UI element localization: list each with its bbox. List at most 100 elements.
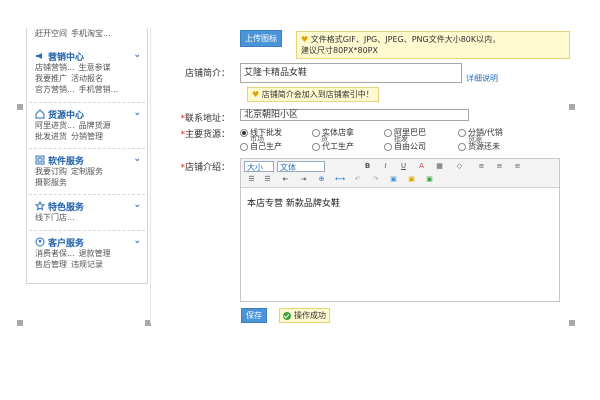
indent-icon[interactable]: ⇥ — [299, 175, 308, 184]
grid-icon — [35, 155, 45, 165]
chevron-down-icon[interactable]: ⌄ — [133, 154, 141, 164]
group-label: 特色服务 — [48, 202, 85, 213]
group-label: 营销中心 — [48, 52, 85, 63]
sidebar-group-title[interactable]: 货源中心 ⌄ — [35, 108, 145, 121]
editor-content[interactable]: 本店专营 新款品牌女鞋 — [241, 188, 559, 217]
chevron-down-icon[interactable]: ⌄ — [133, 108, 141, 118]
success-message: 操作成功 — [279, 308, 330, 323]
font-color-icon[interactable]: A — [417, 162, 426, 171]
sidebar-link[interactable]: 违规记录 — [71, 260, 103, 269]
intro-tip: ♥ 店铺简介会加入到店铺索引中！ — [247, 87, 379, 102]
upload-icon-button[interactable]: 上传图标 — [240, 30, 282, 47]
chevron-down-icon[interactable]: ⌄ — [133, 236, 141, 246]
link-icon[interactable]: ⊕ — [317, 175, 326, 184]
group-label: 货源中心 — [48, 110, 85, 121]
divider — [29, 148, 145, 149]
sidebar-link[interactable]: 阿里进货... — [35, 121, 75, 130]
sidebar-link[interactable]: 品牌货源 — [79, 121, 111, 130]
intro-tip-text: 店铺简介会加入到店铺索引中！ — [261, 90, 374, 99]
sidebar-link[interactable]: 生意参谋 — [79, 63, 111, 72]
align-left-icon[interactable]: ≡ — [477, 162, 486, 171]
success-text: 操作成功 — [294, 311, 326, 320]
align-right-icon[interactable]: ≡ — [513, 162, 522, 171]
sidebar-link[interactable]: 店铺营销... — [35, 63, 75, 72]
radio[interactable] — [312, 128, 320, 137]
rich-text-editor[interactable]: 大小 文体 B I U A ▦ ◇ ≡ ≡ ≡ ☰ ☰ ⇤ ⇥ ⊕ ⟷ ↶ ↷ … — [240, 158, 560, 302]
tip-bulb-icon: ♥ — [301, 35, 309, 44]
sidebar-link[interactable]: 退款管理 — [79, 249, 111, 258]
radio[interactable] — [458, 142, 466, 151]
radio[interactable] — [384, 142, 392, 151]
radio[interactable] — [312, 142, 320, 151]
address-label: *联系地址： — [170, 111, 230, 124]
highlight-icon[interactable]: ◇ — [455, 162, 464, 171]
resize-handle[interactable] — [569, 104, 575, 110]
bold-icon[interactable]: B — [363, 162, 372, 171]
radio-selected[interactable] — [240, 128, 248, 137]
detail-link[interactable]: 详细说明 — [466, 73, 498, 84]
editor-toolbar: 大小 文体 B I U A ▦ ◇ ≡ ≡ ≡ ☰ ☰ ⇤ ⇥ ⊕ ⟷ ↶ ↷ … — [241, 159, 559, 188]
upload-tip: ♥ 文件格式GIF、JPG、JPEG、PNG文件大小80K以内， 建议尺寸80P… — [296, 31, 570, 59]
source-label: *主要货源： — [170, 127, 230, 140]
align-center-icon[interactable]: ≡ — [495, 162, 504, 171]
sidebar-link[interactable]: 赶开空间 — [35, 29, 67, 38]
upload-tip-line: 文件格式GIF、JPG、JPEG、PNG文件大小80K以内， — [310, 35, 501, 44]
resize-handle[interactable] — [569, 320, 575, 326]
save-button[interactable]: 保存 — [241, 308, 267, 323]
underline-icon[interactable]: U — [399, 162, 408, 171]
group-label: 客户服务 — [48, 238, 85, 249]
italic-icon[interactable]: I — [381, 162, 390, 171]
tip-bulb-icon: ♥ — [252, 90, 260, 99]
outdent-icon[interactable]: ⇤ — [281, 175, 290, 184]
group-label: 软件服务 — [48, 156, 85, 167]
sidebar-link[interactable]: 手机营销... — [79, 85, 119, 94]
shop-intro-textarea[interactable]: 艾隆卡精品女鞋 — [240, 63, 462, 83]
address-input[interactable]: 北京朝阳小区 — [240, 109, 469, 121]
radio[interactable] — [384, 128, 392, 137]
sidebar-link[interactable]: 消费者保... — [35, 249, 75, 258]
option-overlap-text: 市场 — [250, 135, 264, 143]
chevron-down-icon[interactable]: ⌄ — [133, 50, 141, 60]
address-label-text: 联系地址： — [184, 114, 230, 124]
table-icon[interactable]: ▦ — [435, 162, 444, 171]
sidebar-link[interactable]: 活动报名 — [71, 74, 103, 83]
person-icon — [35, 237, 45, 247]
chevron-down-icon[interactable]: ⌄ — [133, 200, 141, 210]
sidebar-group-title[interactable]: 客户服务 ⌄ — [35, 236, 145, 249]
sidebar-group-title[interactable]: 营销中心 ⌄ — [35, 50, 145, 63]
sidebar-group-special: 特色服务 ⌄ 线下门店... — [35, 200, 145, 223]
emoticon-icon[interactable]: ▣ — [407, 175, 416, 184]
intro-label: 店铺简介： — [184, 69, 230, 79]
sidebar-link[interactable]: 线下门店... — [35, 213, 75, 222]
font-size-select[interactable]: 大小 — [244, 161, 274, 172]
sidebar-link[interactable]: 售后管理 — [35, 260, 67, 269]
sidebar-top-links: 赶开空间 手机淘宝... — [35, 28, 145, 39]
divider — [29, 230, 145, 231]
resize-handle[interactable] — [17, 320, 23, 326]
font-family-select[interactable]: 文体 — [277, 161, 325, 172]
sidebar-link[interactable]: 我要订购 — [35, 167, 67, 176]
unordered-list-icon[interactable]: ☰ — [263, 175, 272, 184]
source-option[interactable]: 实体店拿 — [312, 127, 354, 138]
undo-icon[interactable]: ↶ — [353, 175, 362, 184]
sidebar-link[interactable]: 批发进货 — [35, 132, 67, 141]
ordered-list-icon[interactable]: ☰ — [247, 175, 256, 184]
sidebar-link[interactable]: 官方营销... — [35, 85, 75, 94]
sidebar-link[interactable]: 定制服务 — [71, 167, 103, 176]
image-icon[interactable]: ▣ — [389, 175, 398, 184]
redo-icon[interactable]: ↷ — [371, 175, 380, 184]
sidebar-group-title[interactable]: 特色服务 ⌄ — [35, 200, 145, 213]
radio[interactable] — [458, 128, 466, 137]
sidebar-group-title[interactable]: 软件服务 ⌄ — [35, 154, 145, 167]
divider — [150, 28, 151, 323]
source-option[interactable]: 代工生产 — [312, 141, 354, 152]
source-code-icon[interactable]: ⟷ — [335, 175, 345, 184]
sidebar-link[interactable]: 分销管理 — [71, 132, 103, 141]
media-icon[interactable]: ▣ — [425, 175, 434, 184]
radio[interactable] — [240, 142, 248, 151]
resize-handle[interactable] — [17, 104, 23, 110]
check-circle-icon — [283, 311, 291, 320]
sidebar-link[interactable]: 手机淘宝... — [71, 29, 111, 38]
sidebar-link[interactable]: 我要推广 — [35, 74, 67, 83]
sidebar-link[interactable]: 摄影服务 — [35, 178, 67, 187]
